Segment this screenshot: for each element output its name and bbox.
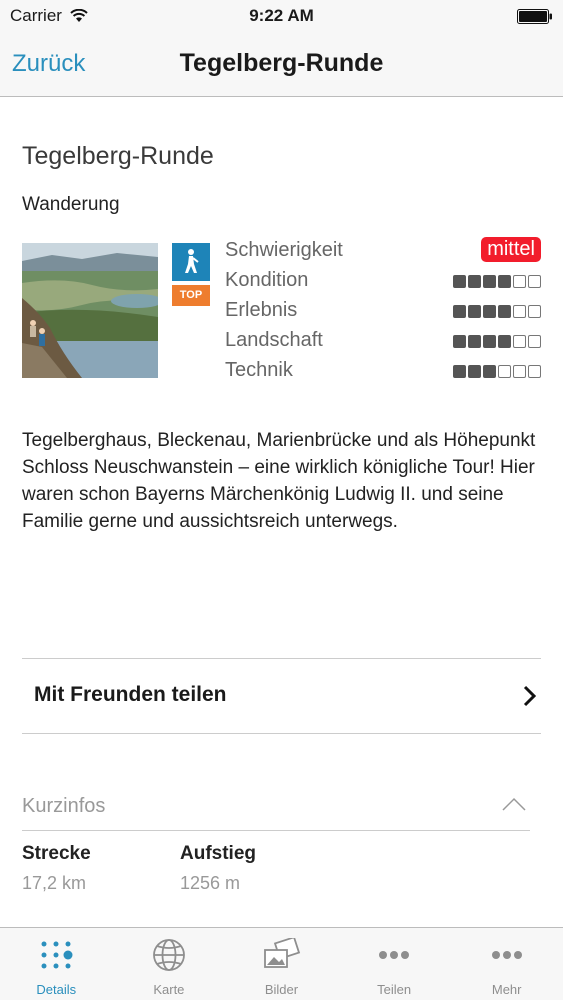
rating-dot-filled bbox=[468, 305, 481, 318]
rating-label: Erlebnis bbox=[225, 299, 298, 321]
share-with-friends-button[interactable]: Mit Freunden teilen bbox=[22, 658, 541, 734]
kurzinfos-header[interactable]: Kurzinfos bbox=[22, 787, 530, 831]
stat-distance: Strecke 17,2 km bbox=[22, 843, 91, 894]
tour-thumbnail[interactable] bbox=[22, 243, 158, 378]
globe-icon bbox=[149, 938, 189, 972]
rating-dot-filled bbox=[483, 305, 496, 318]
tab-label: Teilen bbox=[377, 982, 412, 997]
tab-label: Mehr bbox=[491, 982, 522, 997]
status-time: 9:22 AM bbox=[249, 6, 314, 25]
rating-dot-filled bbox=[468, 275, 481, 288]
battery-icon bbox=[517, 9, 552, 24]
stat-value: 1256 m bbox=[180, 873, 241, 893]
share-label: Mit Freunden teilen bbox=[34, 683, 227, 706]
rating-row-difficulty: Schwierigkeit mittel bbox=[225, 237, 543, 267]
rating-dot-filled bbox=[498, 335, 511, 348]
photos-icon bbox=[261, 938, 301, 972]
rating-dot-filled bbox=[468, 335, 481, 348]
rating-label: Technik bbox=[225, 359, 293, 381]
rating-dot-filled bbox=[483, 275, 496, 288]
rating-dot-filled bbox=[453, 365, 466, 378]
rating-dot-empty bbox=[498, 365, 511, 378]
kurzinfos-label: Kurzinfos bbox=[22, 795, 106, 817]
tour-title: Tegelberg-Runde bbox=[22, 142, 214, 170]
rating-dot-filled bbox=[453, 275, 466, 288]
tab-bar: Details Karte Bilder Teilen Mehr bbox=[0, 927, 563, 1000]
rating-dot-empty bbox=[528, 365, 541, 378]
stat-label: Strecke bbox=[22, 843, 91, 864]
rating-dot-filled bbox=[498, 305, 511, 318]
rating-dot-filled bbox=[453, 305, 466, 318]
tour-type: Wanderung bbox=[22, 194, 120, 215]
stat-label: Aufstieg bbox=[180, 843, 256, 864]
tab-details[interactable]: Details bbox=[0, 928, 113, 1000]
rating-dot-empty bbox=[513, 365, 526, 378]
rating-row-landscape: Landschaft bbox=[225, 327, 543, 357]
rating-row-technique: Technik bbox=[225, 357, 543, 387]
rating-label: Kondition bbox=[225, 269, 309, 291]
stat-value: 17,2 km bbox=[22, 873, 87, 893]
more-dots-icon bbox=[487, 938, 527, 972]
rating-dot-empty bbox=[528, 275, 541, 288]
rating-label: Schwierigkeit bbox=[225, 239, 343, 261]
hiking-icon bbox=[172, 243, 210, 281]
rating-dot-filled bbox=[498, 275, 511, 288]
rating-dot-empty bbox=[513, 275, 526, 288]
rating-dot-empty bbox=[513, 305, 526, 318]
rating-dots bbox=[453, 275, 541, 288]
rating-row-condition: Kondition bbox=[225, 267, 543, 297]
status-bar: Carrier 9:22 AM bbox=[0, 0, 563, 34]
content-area[interactable]: Tegelberg-Runde Wanderung TOP Schwierigk… bbox=[0, 97, 563, 927]
difficulty-badge: mittel bbox=[481, 237, 541, 262]
rating-dot-filled bbox=[468, 365, 481, 378]
rating-dot-empty bbox=[513, 335, 526, 348]
chevron-right-icon bbox=[523, 685, 537, 707]
tab-label: Details bbox=[36, 982, 77, 997]
page-title: Tegelberg-Runde bbox=[179, 49, 384, 77]
tab-label: Bilder bbox=[264, 982, 299, 997]
rating-dot-filled bbox=[453, 335, 466, 348]
tour-thumbnail-image bbox=[22, 243, 158, 378]
stat-ascent: Aufstieg 1256 m bbox=[180, 843, 256, 894]
tab-label: Karte bbox=[153, 982, 185, 997]
rating-dots bbox=[453, 305, 541, 318]
chevron-up-icon bbox=[502, 797, 526, 811]
rating-dot-filled bbox=[483, 335, 496, 348]
tab-map[interactable]: Karte bbox=[113, 928, 226, 1000]
tab-share[interactable]: Teilen bbox=[338, 928, 451, 1000]
rating-label: Landschaft bbox=[225, 329, 323, 351]
dots-grid-icon bbox=[36, 938, 76, 972]
tab-more[interactable]: Mehr bbox=[450, 928, 563, 1000]
rating-row-experience: Erlebnis bbox=[225, 297, 543, 327]
top-badge: TOP bbox=[172, 285, 210, 306]
rating-dot-empty bbox=[528, 305, 541, 318]
share-dots-icon bbox=[374, 938, 414, 972]
tour-description: Tegelberghaus, Bleckenau, Marienbrücke u… bbox=[22, 430, 536, 532]
rating-dots bbox=[453, 365, 541, 378]
rating-dots bbox=[453, 335, 541, 348]
tab-photos[interactable]: Bilder bbox=[225, 928, 338, 1000]
rating-dot-empty bbox=[528, 335, 541, 348]
navigation-bar: Zurück Tegelberg-Runde bbox=[0, 34, 563, 97]
rating-dot-filled bbox=[483, 365, 496, 378]
